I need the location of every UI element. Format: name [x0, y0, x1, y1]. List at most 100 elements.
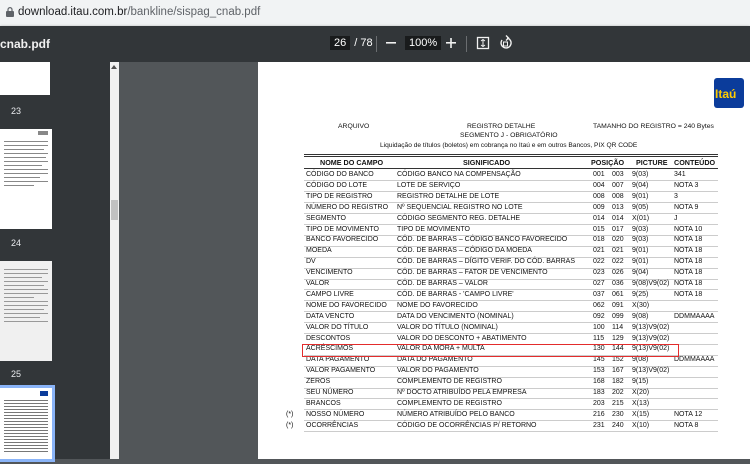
field-content: NOTA 18	[674, 258, 703, 266]
field-content: NOTA 12	[674, 410, 703, 418]
position-start: 203	[593, 399, 605, 407]
position-end: 215	[612, 399, 624, 407]
col-header-posicao: POSIÇÃO	[591, 158, 625, 167]
zoom-out-button[interactable]	[382, 34, 400, 57]
field-name: SEU NÚMERO	[306, 389, 354, 396]
thumbnail-content	[4, 131, 48, 186]
col-header-conteudo: CONTEÚDO	[674, 158, 716, 167]
page-thumbnail-selected[interactable]	[0, 385, 55, 462]
field-content: NOTA 18	[674, 290, 703, 298]
field-meaning: VALOR DO TÍTULO (NOMINAL)	[397, 323, 498, 331]
field-content: DDMMAAAA	[674, 312, 715, 320]
page-total: / 78	[354, 37, 373, 49]
position-start: 015	[593, 225, 605, 233]
plus-icon	[446, 38, 456, 48]
position-end: 114	[612, 323, 624, 331]
position-end: 013	[612, 203, 624, 211]
page-thumbnail[interactable]	[0, 62, 50, 95]
position-end: 026	[612, 269, 624, 277]
field-name: CAMPO LIVRE	[306, 290, 354, 298]
thumbnail-label: 25	[11, 369, 22, 379]
field-meaning: VALOR DO DESCONTO + ABATIMENTO	[397, 334, 527, 342]
position-end: 017	[612, 225, 624, 233]
field-name: TIPO DE MOVIMENTO	[306, 225, 379, 233]
field-meaning: CÓDIGO SEGMENTO REG. DETALHE	[397, 214, 521, 222]
field-picture: X(20)	[632, 389, 650, 396]
fit-page-icon	[476, 36, 490, 50]
field-content: NOTA 18	[674, 236, 703, 244]
itau-logo: Itaú	[714, 78, 744, 108]
row-marker: (*)	[286, 410, 294, 418]
address-bar[interactable]: download.itau.com.br/bankline/sispag_cna…	[0, 0, 750, 27]
field-content: NOTA 8	[674, 421, 699, 429]
position-end: 007	[612, 181, 624, 189]
position-start: 023	[593, 269, 605, 277]
sidebar-scrollbar[interactable]	[110, 62, 119, 459]
field-name: NÚMERO DO REGISTRO	[306, 203, 389, 211]
field-meaning: LOTE DE SERVIÇO	[397, 181, 461, 189]
url-path: /bankline/sispag_cnab.pdf	[127, 6, 261, 18]
field-meaning: CÓD. DE BARRAS – VALOR	[397, 280, 488, 287]
field-picture: 9(08)	[632, 312, 649, 320]
table-top-rule	[304, 154, 718, 155]
field-picture: 9(25)	[632, 290, 649, 298]
fit-page-button[interactable]	[474, 34, 492, 57]
field-meaning: CÓD. DE BARRAS – CÓDIGO DA MOEDA	[397, 247, 532, 255]
position-end: 020	[612, 236, 624, 244]
field-picture: X(30)	[632, 301, 650, 309]
field-name: DATA VENCTO	[306, 312, 355, 320]
position-start: 100	[593, 323, 605, 331]
field-picture: 9(13)V9(02)	[632, 323, 670, 331]
row-divider	[304, 398, 718, 400]
field-meaning: CÓDIGO DE OCORRÊNCIAS P/ RETORNO	[397, 421, 537, 429]
zoom-input[interactable]: 100%	[405, 36, 442, 50]
toolbar-divider	[376, 36, 377, 52]
url-text[interactable]: download.itau.com.br/bankline/sispag_cna…	[18, 6, 260, 18]
field-name: NOSSO NÚMERO	[306, 410, 365, 418]
field-meaning: REGISTRO DETALHE DE LOTE	[397, 192, 500, 200]
thumbnail-label: 24	[11, 238, 22, 248]
toolbar-divider	[466, 36, 467, 52]
field-name: BANCO FAVORECIDO	[306, 236, 379, 244]
row-divider	[304, 376, 718, 378]
page-thumbnail[interactable]	[0, 261, 52, 361]
thumbnail-content	[4, 391, 48, 452]
field-picture: X(01)	[632, 214, 650, 222]
field-content: NOTA 18	[674, 269, 703, 277]
field-content: 341	[674, 171, 686, 178]
field-picture: X(10)	[632, 421, 650, 429]
position-end: 099	[612, 312, 624, 320]
field-meaning: Nº DOCTO ATRIBUÍDO PELA EMPRESA	[397, 389, 527, 396]
zoom-in-button[interactable]	[442, 34, 460, 57]
field-name: MOEDA	[306, 247, 332, 255]
position-end: 230	[612, 410, 624, 418]
rotate-button[interactable]	[497, 34, 515, 57]
header-rule	[304, 168, 718, 169]
position-end: 091	[612, 301, 624, 309]
field-name: VALOR PAGAMENTO	[306, 367, 376, 375]
position-start: 021	[593, 247, 605, 255]
field-picture: 9(01)	[632, 247, 649, 255]
field-meaning: CÓD. DE BARRAS – FATOR DE VENCIMENTO	[397, 269, 548, 277]
page-number-input[interactable]: 26	[330, 36, 351, 50]
pdf-page: Itaú ARQUIVO REGISTRO DETALHE SEGMENTO J…	[258, 62, 750, 459]
col-header-nome: NOME DO CAMPO	[320, 158, 384, 167]
minus-icon	[386, 42, 396, 44]
field-name: CÓDIGO DO BANCO	[306, 171, 374, 178]
position-end: 021	[612, 247, 624, 255]
position-end: 036	[612, 280, 624, 287]
field-picture: 9(01)	[632, 192, 649, 200]
tamanho-label: TAMANHO DO REGISTRO = 240 Bytes	[593, 123, 714, 130]
position-start: 153	[593, 367, 605, 375]
page-thumbnail[interactable]	[0, 129, 52, 229]
field-content: 3	[674, 192, 678, 200]
registro-label: REGISTRO DETALHE	[467, 123, 536, 130]
position-end: 240	[612, 421, 624, 429]
field-picture: 9(08)V9(02)	[632, 280, 670, 287]
field-name: VALOR DO TÍTULO	[306, 323, 369, 331]
position-start: 231	[593, 421, 605, 429]
scroll-up-icon[interactable]	[111, 65, 117, 69]
thumbnail-content	[4, 269, 48, 322]
field-picture: X(13)	[632, 399, 650, 407]
scrollbar-thumb[interactable]	[111, 200, 118, 220]
